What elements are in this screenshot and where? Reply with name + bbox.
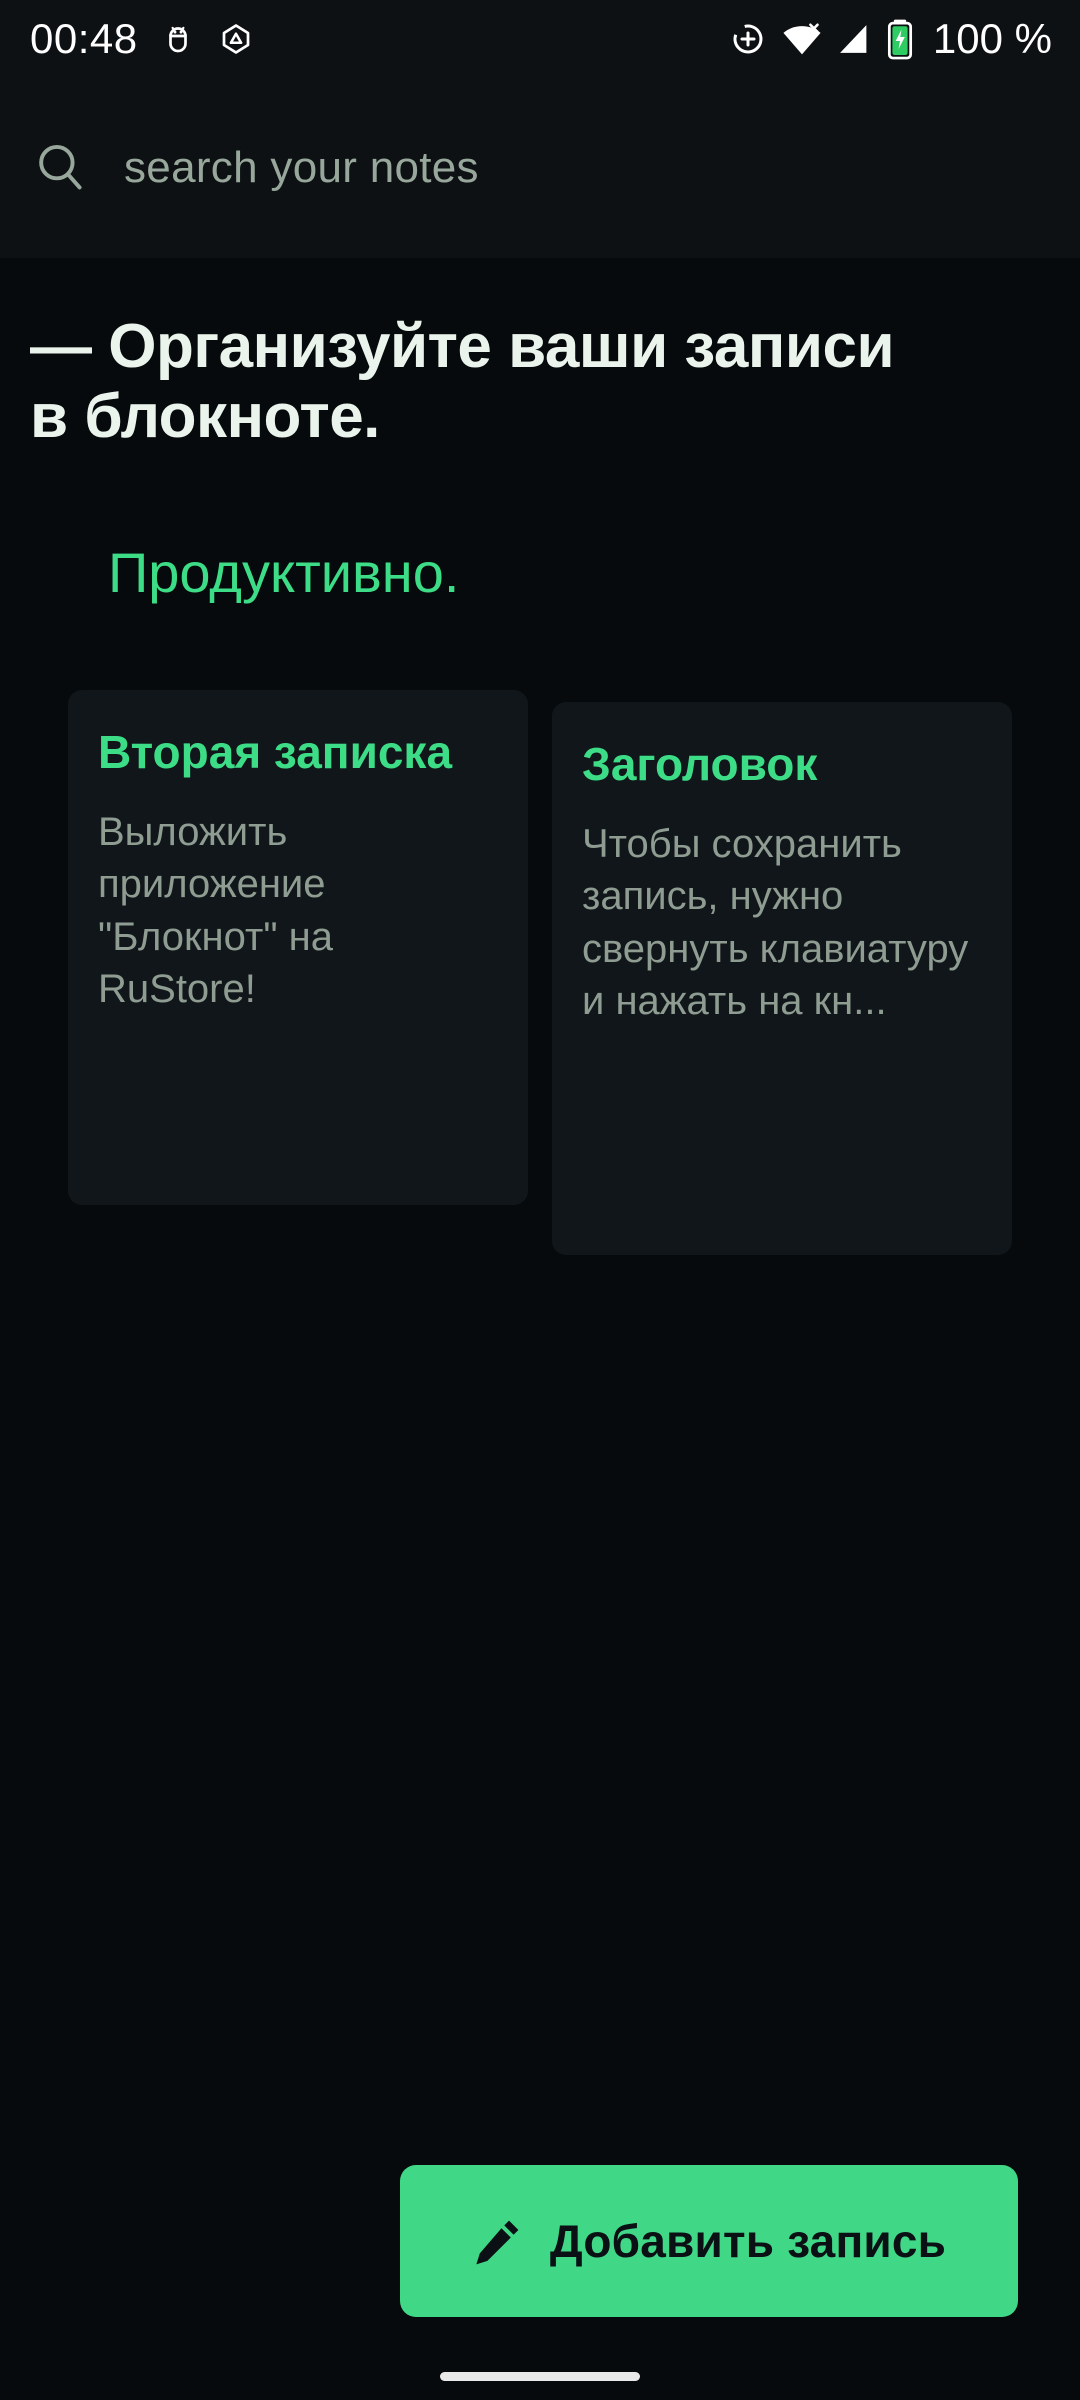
page-title: — Организуйте ваши записи в блокноте. bbox=[30, 312, 895, 452]
note-card[interactable]: Вторая записка Выложить приложение "Блок… bbox=[68, 690, 528, 1205]
status-bar-right: 100 % bbox=[729, 15, 1052, 63]
status-bar: 00:48 100 % bbox=[0, 0, 1080, 78]
note-body: Выложить приложение "Блокнот" на RuStore… bbox=[98, 809, 333, 1011]
phone-screen: 00:48 100 % search your notes — Организу… bbox=[0, 0, 1080, 2400]
developer-triangle-icon bbox=[218, 21, 254, 57]
page-subtitle: Продуктивно. bbox=[108, 541, 460, 604]
location-crosshair-icon bbox=[729, 20, 767, 58]
gesture-navigation-pill[interactable] bbox=[440, 2372, 640, 2381]
note-card[interactable]: Заголовок Чтобы сохранить запись, нужно … bbox=[552, 702, 1012, 1255]
note-title: Вторая записка bbox=[98, 726, 453, 778]
search-input[interactable]: search your notes bbox=[124, 143, 479, 193]
search-bar[interactable]: search your notes bbox=[0, 78, 1080, 258]
note-body: Чтобы сохранить запись, нужно свернуть к… bbox=[582, 821, 969, 1023]
add-note-button-label: Добавить запись bbox=[549, 2215, 947, 2267]
battery-percent-label: 100 % bbox=[932, 15, 1052, 62]
note-title: Заголовок bbox=[582, 738, 818, 790]
cellular-signal-icon bbox=[837, 22, 871, 56]
status-bar-clock: 00:48 bbox=[30, 15, 138, 62]
status-bar-left: 00:48 bbox=[30, 15, 254, 63]
search-icon bbox=[30, 137, 92, 199]
pencil-icon bbox=[472, 2215, 524, 2267]
usb-debug-icon bbox=[160, 21, 196, 57]
battery-charging-icon bbox=[885, 18, 915, 60]
wifi-off-icon bbox=[781, 20, 823, 58]
add-note-button[interactable]: Добавить запись bbox=[400, 2165, 1018, 2317]
